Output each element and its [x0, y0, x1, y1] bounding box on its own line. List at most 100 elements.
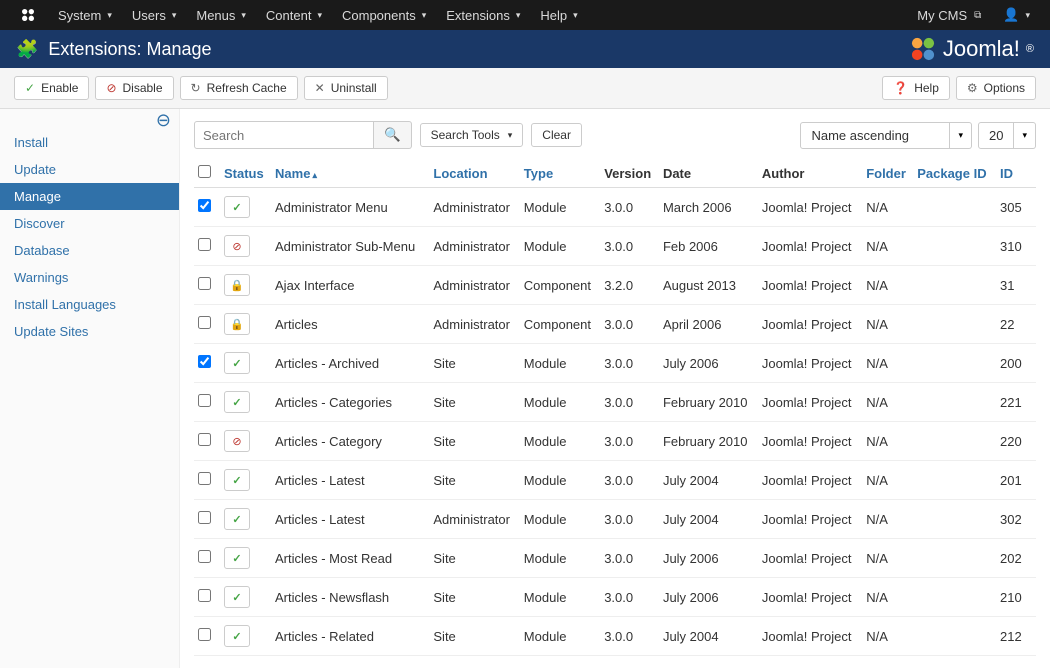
- status-toggle[interactable]: ✓: [224, 391, 250, 413]
- cell-package-id: [913, 344, 996, 383]
- cell-author: Joomla! Project: [758, 266, 862, 305]
- row-checkbox[interactable]: [198, 511, 211, 524]
- cell-date: February 2010: [659, 383, 758, 422]
- refresh-icon: ↻: [191, 81, 201, 95]
- sort-select[interactable]: Name ascending: [800, 122, 950, 149]
- cell-date: July 2006: [659, 578, 758, 617]
- uninstall-button[interactable]: ✕Uninstall: [304, 76, 388, 100]
- row-checkbox[interactable]: [198, 550, 211, 563]
- external-link-icon: ⧉: [974, 10, 981, 21]
- status-toggle: 🔒: [224, 313, 250, 335]
- table-row: ✓Articles - CategoriesSiteModule3.0.0Feb…: [194, 383, 1036, 422]
- col-location[interactable]: Location: [429, 159, 519, 188]
- limit-select-caret[interactable]: ▾: [1014, 122, 1036, 149]
- cell-author: Joomla! Project: [758, 227, 862, 266]
- cell-author: Joomla! Project: [758, 617, 862, 656]
- search-tools-button[interactable]: Search Tools▾: [420, 123, 524, 147]
- filter-bar: 🔍 Search Tools▾ Clear Name ascending ▾ 2…: [194, 121, 1036, 149]
- enable-button[interactable]: ✓Enable: [14, 76, 89, 100]
- row-checkbox[interactable]: [198, 433, 211, 446]
- col-name[interactable]: Name▴: [271, 159, 429, 188]
- site-link[interactable]: My CMS⧉: [907, 2, 991, 29]
- status-toggle[interactable]: ✓: [224, 547, 250, 569]
- enabled-icon: ✓: [232, 357, 241, 370]
- sidebar-item-install-languages[interactable]: Install Languages: [0, 291, 179, 318]
- cell-version: 3.0.0: [600, 422, 659, 461]
- cell-location: Site: [429, 422, 519, 461]
- options-button[interactable]: ⚙Options: [956, 76, 1036, 100]
- topnav-item-components[interactable]: Components▾: [332, 2, 436, 29]
- clear-button[interactable]: Clear: [531, 123, 582, 147]
- row-checkbox[interactable]: [198, 472, 211, 485]
- lock-icon: 🔒: [230, 318, 244, 331]
- sidebar-item-discover[interactable]: Discover: [0, 210, 179, 237]
- sidebar-item-install[interactable]: Install: [0, 129, 179, 156]
- cell-type: Module: [520, 227, 600, 266]
- joomla-home-icon[interactable]: [10, 1, 46, 29]
- user-menu[interactable]: 👤▾: [993, 1, 1040, 29]
- cell-folder: N/A: [862, 344, 913, 383]
- cell-date: July 2004: [659, 617, 758, 656]
- check-all[interactable]: [198, 165, 211, 178]
- cell-date: Feb 2006: [659, 227, 758, 266]
- sidebar-item-database[interactable]: Database: [0, 237, 179, 264]
- cell-name: Articles - Related: [271, 617, 429, 656]
- status-toggle[interactable]: ✓: [224, 625, 250, 647]
- topnav-right: My CMS⧉ 👤▾: [907, 1, 1040, 29]
- topnav-item-menus[interactable]: Menus▾: [186, 2, 256, 29]
- search-input[interactable]: [194, 121, 374, 149]
- sidebar-item-manage[interactable]: Manage: [0, 183, 179, 210]
- sidebar-collapse-icon[interactable]: ⊖: [156, 110, 171, 131]
- cell-package-id: [913, 383, 996, 422]
- col-author: Author: [758, 159, 862, 188]
- limit-select[interactable]: 20: [978, 122, 1014, 149]
- row-checkbox[interactable]: [198, 628, 211, 641]
- help-button[interactable]: ❓Help: [882, 76, 950, 100]
- cell-location: Administrator: [429, 305, 519, 344]
- sort-select-caret[interactable]: ▾: [950, 122, 972, 149]
- row-checkbox[interactable]: [198, 316, 211, 329]
- status-toggle[interactable]: ✓: [224, 352, 250, 374]
- cell-location: Site: [429, 617, 519, 656]
- status-toggle[interactable]: ✓: [224, 469, 250, 491]
- main-content: 🔍 Search Tools▾ Clear Name ascending ▾ 2…: [180, 109, 1050, 668]
- status-toggle[interactable]: ✓: [224, 586, 250, 608]
- sidebar-item-update[interactable]: Update: [0, 156, 179, 183]
- topnav-item-content[interactable]: Content▾: [256, 2, 332, 29]
- cell-type: Module: [520, 383, 600, 422]
- col-type[interactable]: Type: [520, 159, 600, 188]
- disable-button[interactable]: ⊘Disable: [95, 76, 173, 100]
- col-folder[interactable]: Folder: [862, 159, 913, 188]
- cell-folder: N/A: [862, 500, 913, 539]
- sidebar-item-update-sites[interactable]: Update Sites: [0, 318, 179, 345]
- col-status[interactable]: Status: [220, 159, 271, 188]
- row-checkbox[interactable]: [198, 589, 211, 602]
- cell-version: 3.0.0: [600, 188, 659, 227]
- cell-location: Administrator: [429, 500, 519, 539]
- status-toggle[interactable]: ✓: [224, 508, 250, 530]
- cell-author: Joomla! Project: [758, 383, 862, 422]
- sidebar-item-warnings[interactable]: Warnings: [0, 264, 179, 291]
- cell-name: Articles - Category: [271, 422, 429, 461]
- topnav-item-extensions[interactable]: Extensions▾: [436, 2, 530, 29]
- row-checkbox[interactable]: [198, 394, 211, 407]
- cell-folder: N/A: [862, 422, 913, 461]
- enabled-icon: ✓: [232, 552, 241, 565]
- status-toggle[interactable]: ⊘: [224, 235, 250, 257]
- status-toggle[interactable]: ✓: [224, 196, 250, 218]
- chevron-down-icon: ▾: [172, 10, 177, 21]
- topnav-item-system[interactable]: System▾: [48, 2, 122, 29]
- topnav-item-users[interactable]: Users▾: [122, 2, 186, 29]
- row-checkbox[interactable]: [198, 355, 211, 368]
- col-id[interactable]: ID: [996, 159, 1036, 188]
- row-checkbox[interactable]: [198, 199, 211, 212]
- row-checkbox[interactable]: [198, 238, 211, 251]
- search-button[interactable]: 🔍: [374, 121, 412, 149]
- refresh-cache-button[interactable]: ↻Refresh Cache: [180, 76, 298, 100]
- topnav-item-help[interactable]: Help▾: [530, 2, 587, 29]
- cell-id: 302: [996, 500, 1036, 539]
- col-package-id[interactable]: Package ID: [913, 159, 996, 188]
- row-checkbox[interactable]: [198, 277, 211, 290]
- col-date: Date: [659, 159, 758, 188]
- status-toggle[interactable]: ⊘: [224, 430, 250, 452]
